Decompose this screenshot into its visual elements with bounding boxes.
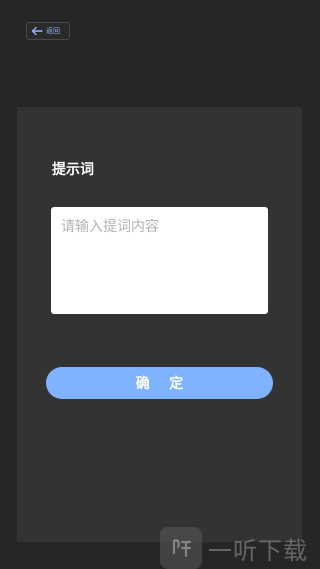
back-button[interactable]: 返回 [26,22,70,40]
arrow-left-icon [31,26,43,36]
prompt-title: 提示词 [52,162,94,178]
confirm-button[interactable]: 确 定 [46,367,273,399]
watermark: 一听下载 [160,527,308,569]
prompt-input[interactable] [51,207,268,314]
watermark-text: 一听下载 [208,536,308,565]
back-button-label: 返回 [46,26,60,35]
prompt-card: 提示词 确 定 [17,107,302,542]
watermark-logo-icon [160,527,202,569]
